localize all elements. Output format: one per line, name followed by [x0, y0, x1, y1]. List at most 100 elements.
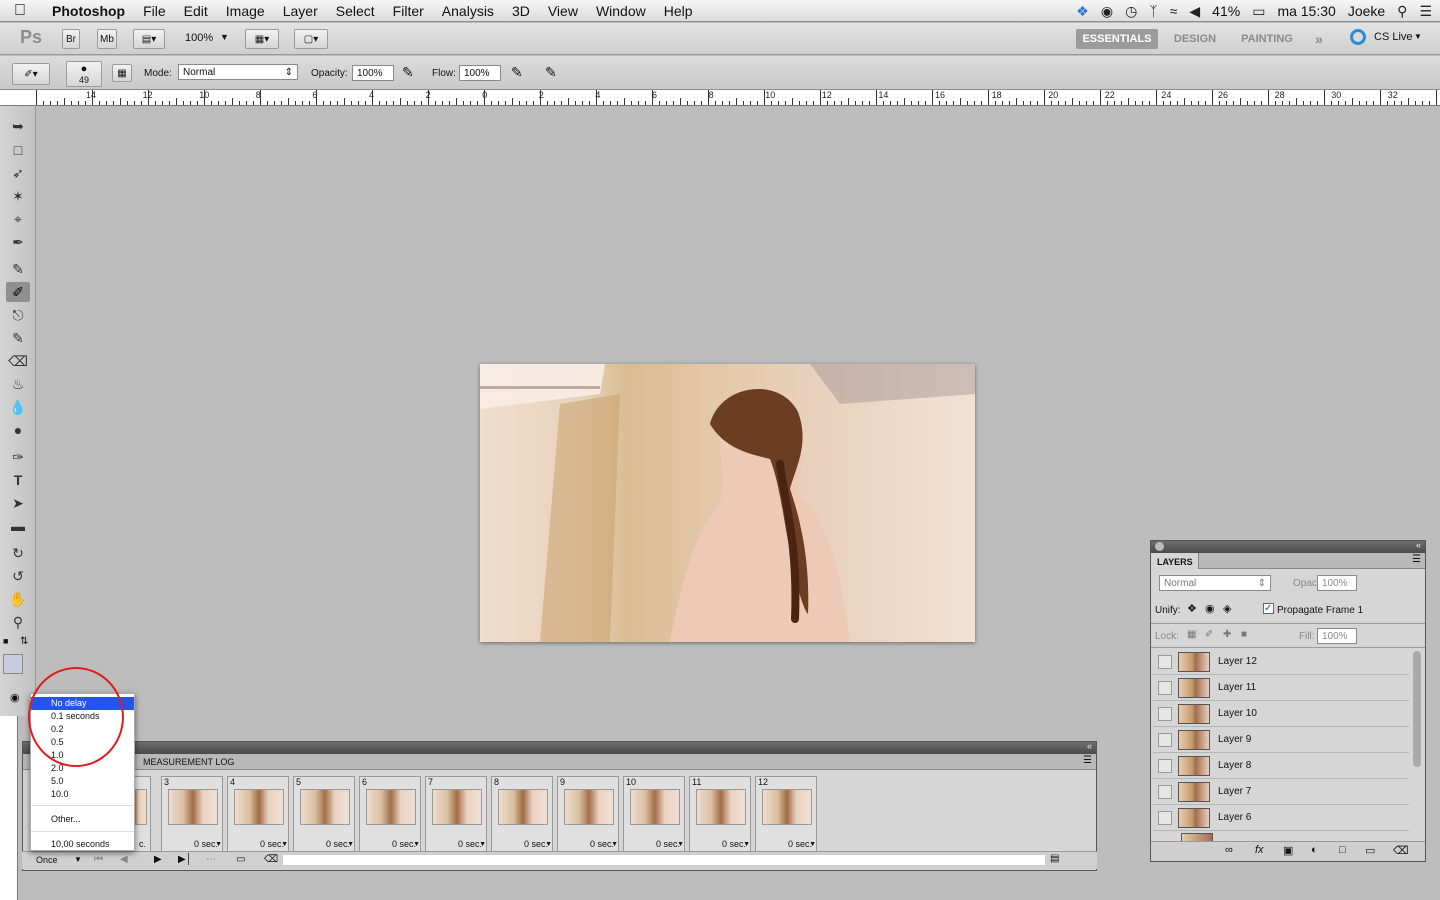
- panel-menu-icon[interactable]: ☰: [1412, 554, 1421, 565]
- menu-item-other[interactable]: Other...: [31, 813, 134, 826]
- visibility-toggle[interactable]: [1158, 654, 1172, 669]
- layers-panel-header[interactable]: «: [1151, 540, 1425, 553]
- first-frame-icon[interactable]: ⏮: [94, 854, 103, 865]
- type-tool-icon[interactable]: T: [6, 470, 30, 490]
- frame-delay-chevron-icon[interactable]: ▼: [479, 841, 486, 848]
- document-canvas-photo[interactable]: [480, 364, 975, 642]
- cs-sync-icon[interactable]: ◉: [1101, 3, 1113, 20]
- history-brush-tool-icon[interactable]: ✎: [6, 328, 30, 348]
- propagate-frame-checkbox[interactable]: ✓: [1263, 603, 1274, 614]
- clock[interactable]: ma 15:30: [1277, 3, 1335, 19]
- link-layers-icon[interactable]: ∞: [1225, 844, 1233, 856]
- animation-frame[interactable]: 12 0 sec. ▼: [755, 776, 817, 852]
- opacity-input[interactable]: 100%: [352, 65, 394, 81]
- frame-delay-chevron-icon[interactable]: ▼: [413, 841, 420, 848]
- animation-frame[interactable]: 60 sec. ▼: [359, 776, 421, 852]
- frame-delay-chevron-icon[interactable]: ▼: [809, 841, 816, 848]
- menu-3d[interactable]: 3D: [503, 3, 539, 19]
- lock-position-icon[interactable]: ✚: [1223, 629, 1231, 640]
- blur-tool-icon[interactable]: 💧: [6, 397, 30, 417]
- eraser-tool-icon[interactable]: ⌫: [6, 351, 30, 371]
- animation-frame[interactable]: 11 0 sec. ▼: [689, 776, 751, 852]
- time-machine-icon[interactable]: ◷: [1125, 3, 1137, 20]
- 3d-rotate-tool-icon[interactable]: ↻: [6, 543, 30, 563]
- add-mask-icon[interactable]: ▣: [1283, 844, 1293, 857]
- layer-row[interactable]: Layer 8: [1153, 753, 1409, 779]
- lasso-tool-icon[interactable]: ➶: [6, 163, 30, 183]
- menu-item-5-0[interactable]: 5.0: [31, 775, 134, 788]
- loop-chevron-icon[interactable]: ▼: [74, 855, 82, 864]
- healing-brush-tool-icon[interactable]: ✎: [6, 259, 30, 279]
- eyedropper-tool-icon[interactable]: ✒: [6, 232, 30, 252]
- next-frame-icon[interactable]: ▶│: [178, 854, 192, 865]
- menu-app-name[interactable]: Photoshop: [40, 3, 134, 19]
- frame-delay-chevron-icon[interactable]: ▼: [281, 841, 288, 848]
- frame-delay-chevron-icon[interactable]: ▼: [611, 841, 618, 848]
- menu-window[interactable]: Window: [587, 3, 655, 19]
- layer-row[interactable]: Layer 11: [1153, 675, 1409, 701]
- convert-timeline-icon[interactable]: ▤: [1050, 853, 1059, 864]
- frame-delay[interactable]: c.: [139, 839, 146, 849]
- workspace-design[interactable]: DESIGN: [1166, 29, 1224, 49]
- cs-live-button[interactable]: CS Live: [1374, 31, 1413, 43]
- path-selection-tool-icon[interactable]: ➤: [6, 493, 30, 513]
- layer-row[interactable]: Layer 10: [1153, 701, 1409, 727]
- frame-delay-chevron-icon[interactable]: ▼: [347, 841, 354, 848]
- zoom-level[interactable]: 100%: [185, 32, 213, 44]
- battery-percent[interactable]: 41%: [1212, 3, 1240, 19]
- screen-mode-icon[interactable]: ▢▾: [294, 29, 328, 49]
- visibility-toggle[interactable]: [1158, 732, 1172, 747]
- new-group-icon[interactable]: □: [1339, 844, 1346, 856]
- animation-frame[interactable]: 80 sec. ▼: [491, 776, 553, 852]
- view-extras-icon[interactable]: ▤▾: [133, 29, 165, 49]
- layer-row[interactable]: Layer 7: [1153, 779, 1409, 805]
- lock-pixels-icon[interactable]: ✐: [1205, 629, 1213, 640]
- new-layer-icon[interactable]: ▭: [1365, 844, 1375, 857]
- bluetooth-icon[interactable]: ᛉ: [1149, 3, 1157, 19]
- tool-preset-picker-icon[interactable]: ✐▾: [12, 63, 50, 85]
- menu-select[interactable]: Select: [327, 3, 384, 19]
- collapse-icon[interactable]: «: [1416, 540, 1421, 550]
- dropbox-icon[interactable]: ❖: [1076, 3, 1089, 20]
- crop-tool-icon[interactable]: ⌖: [6, 209, 30, 229]
- default-colors-icon[interactable]: ■: [3, 636, 8, 646]
- unify-visibility-icon[interactable]: ◉: [1205, 602, 1215, 615]
- visibility-toggle[interactable]: [1158, 758, 1172, 773]
- duplicate-frame-icon[interactable]: ▭: [236, 854, 245, 865]
- brush-tool-icon[interactable]: ✐: [6, 282, 30, 302]
- panel-menu-icon[interactable]: ☰: [1083, 755, 1092, 766]
- more-workspaces-icon[interactable]: »: [1308, 29, 1330, 49]
- mode-select[interactable]: Normal ⇕: [178, 64, 298, 80]
- menu-help[interactable]: Help: [655, 3, 702, 19]
- animation-frame[interactable]: 50 sec. ▼: [293, 776, 355, 852]
- frame-delay-chevron-icon[interactable]: ▼: [743, 841, 750, 848]
- frame-delay-chevron-icon[interactable]: ▼: [215, 841, 222, 848]
- play-icon[interactable]: ▶: [154, 854, 162, 865]
- lock-all-icon[interactable]: ■: [1241, 629, 1247, 640]
- trash-icon[interactable]: ⌫: [1393, 844, 1409, 857]
- swap-colors-icon[interactable]: ⇅: [20, 636, 28, 647]
- pressure-size-icon[interactable]: ✎: [545, 64, 557, 81]
- tab-layers[interactable]: LAYERS: [1151, 553, 1199, 569]
- layer-row[interactable]: Layer 12: [1153, 649, 1409, 675]
- menu-layer[interactable]: Layer: [274, 3, 327, 19]
- animation-frame[interactable]: 40 sec. ▼: [227, 776, 289, 852]
- pen-tool-icon[interactable]: ✑: [6, 447, 30, 467]
- unify-position-icon[interactable]: ❖: [1187, 602, 1197, 615]
- layer-row[interactable]: Layer 9: [1153, 727, 1409, 753]
- collapse-icon[interactable]: «: [1087, 741, 1092, 751]
- trash-icon[interactable]: ⌫: [264, 854, 278, 865]
- pressure-opacity-icon[interactable]: ✎: [402, 64, 414, 81]
- dodge-tool-icon[interactable]: ●: [6, 420, 30, 440]
- clone-stamp-tool-icon[interactable]: ⎋: [6, 305, 30, 325]
- frames-scrollbar[interactable]: [282, 854, 1046, 866]
- loop-select[interactable]: Once: [36, 855, 58, 865]
- menu-edit[interactable]: Edit: [175, 3, 217, 19]
- fill-input[interactable]: 100%: [1317, 628, 1357, 644]
- layer-row[interactable]: Layer 6: [1153, 805, 1409, 831]
- animation-frame[interactable]: 10 0 sec. ▼: [623, 776, 685, 852]
- arrange-documents-icon[interactable]: ▦▾: [245, 29, 279, 49]
- menu-file[interactable]: File: [134, 3, 175, 19]
- menu-item-10-0[interactable]: 10.0: [31, 788, 134, 801]
- rectangle-tool-icon[interactable]: ▬: [6, 516, 30, 536]
